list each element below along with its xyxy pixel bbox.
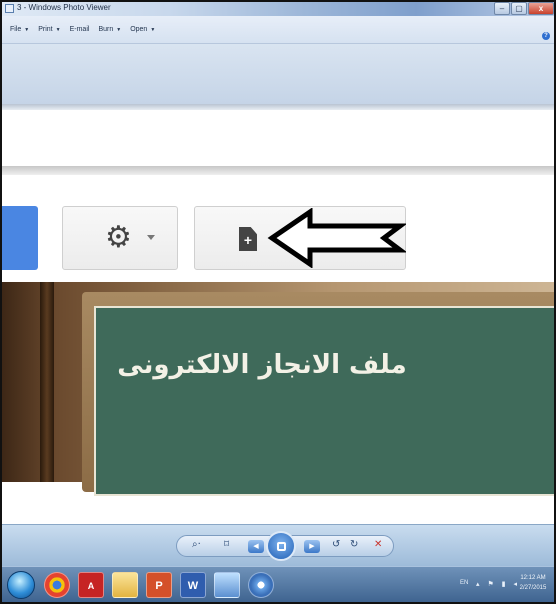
word-taskbar-icon[interactable]: W <box>180 572 206 598</box>
plus-icon: + <box>243 232 253 248</box>
rotate-counterclockwise-icon[interactable]: ↺ <box>332 539 340 550</box>
delete-icon[interactable]: ✕ <box>374 539 382 550</box>
chevron-down-icon <box>147 235 155 240</box>
photo-wood-pillar <box>40 282 54 482</box>
window-title: 3 - Windows Photo Viewer <box>17 3 111 12</box>
window-controls: – ▢ x <box>493 2 554 16</box>
taskbar: A P W EN ▴ ⚑ ▮ ◂ 12:12 AM 2/27/2015 <box>2 566 554 602</box>
chevron-down-icon: ▼ <box>24 27 30 33</box>
clock-date: 2/27/2015 <box>519 585 547 591</box>
photo-viewer-app-icon <box>5 4 14 13</box>
zoom-icon[interactable]: ⌕· <box>192 539 201 550</box>
start-button[interactable] <box>7 571 35 599</box>
paint-taskbar-icon[interactable] <box>248 572 274 598</box>
photo-blue-button <box>2 206 38 270</box>
rotate-clockwise-icon[interactable]: ↻ <box>350 539 358 550</box>
maximize-button[interactable]: ▢ <box>511 2 527 15</box>
photo-header-band <box>2 44 554 104</box>
next-button[interactable]: ▶ <box>304 540 320 553</box>
close-button[interactable]: x <box>528 2 554 15</box>
photo-settings-button: ⚙ <box>62 206 178 270</box>
photo-blank-area <box>2 110 554 166</box>
system-tray-icons[interactable]: ▴ ⚑ ▮ ◂ <box>476 580 520 588</box>
pointer-arrow-icon <box>267 208 406 268</box>
clock[interactable]: 12:12 AM 2/27/2015 <box>516 573 550 593</box>
menu-print[interactable]: Print ▼ <box>38 26 60 33</box>
title-bar: 3 - Windows Photo Viewer – ▢ x <box>2 2 554 16</box>
actual-size-icon[interactable]: ⌑ <box>224 539 229 550</box>
viewer-toolbar: ⌕· ⌑ ◀ ▶ ↺ ↻ ✕ <box>2 524 554 566</box>
chalkboard-title: ملف الانجاز الالكترونى <box>117 350 407 380</box>
minimize-button[interactable]: – <box>494 2 510 15</box>
slideshow-button[interactable] <box>266 531 296 561</box>
chevron-down-icon: ▼ <box>150 27 156 33</box>
pdf-reader-taskbar-icon[interactable]: A <box>78 572 104 598</box>
powerpoint-taskbar-icon[interactable]: P <box>146 572 172 598</box>
help-icon[interactable]: ? <box>542 32 550 40</box>
menu-burn[interactable]: Burn ▼ <box>98 26 121 33</box>
previous-button[interactable]: ◀ <box>248 540 264 553</box>
photo-divider <box>2 166 554 175</box>
photo-viewer-taskbar-icon[interactable] <box>214 572 240 598</box>
menu-open[interactable]: Open ▼ <box>130 26 155 33</box>
menu-email[interactable]: E-mail <box>70 26 90 33</box>
chalkboard <box>94 306 554 496</box>
clock-time: 12:12 AM <box>520 575 546 581</box>
chevron-down-icon: ▼ <box>116 27 122 33</box>
chrome-taskbar-icon[interactable] <box>44 572 70 598</box>
photo-viewer-window: 3 - Windows Photo Viewer – ▢ x File ▼ Pri… <box>0 0 556 604</box>
chevron-down-icon: ▼ <box>55 27 61 33</box>
menu-bar: File ▼ Print ▼ E-mail Burn ▼ Open ▼ ? <box>2 16 554 44</box>
slideshow-icon <box>277 542 286 551</box>
language-indicator[interactable]: EN <box>460 580 468 586</box>
menu-file[interactable]: File ▼ <box>10 26 29 33</box>
gear-icon: ⚙ <box>105 220 132 255</box>
file-explorer-taskbar-icon[interactable] <box>112 572 138 598</box>
